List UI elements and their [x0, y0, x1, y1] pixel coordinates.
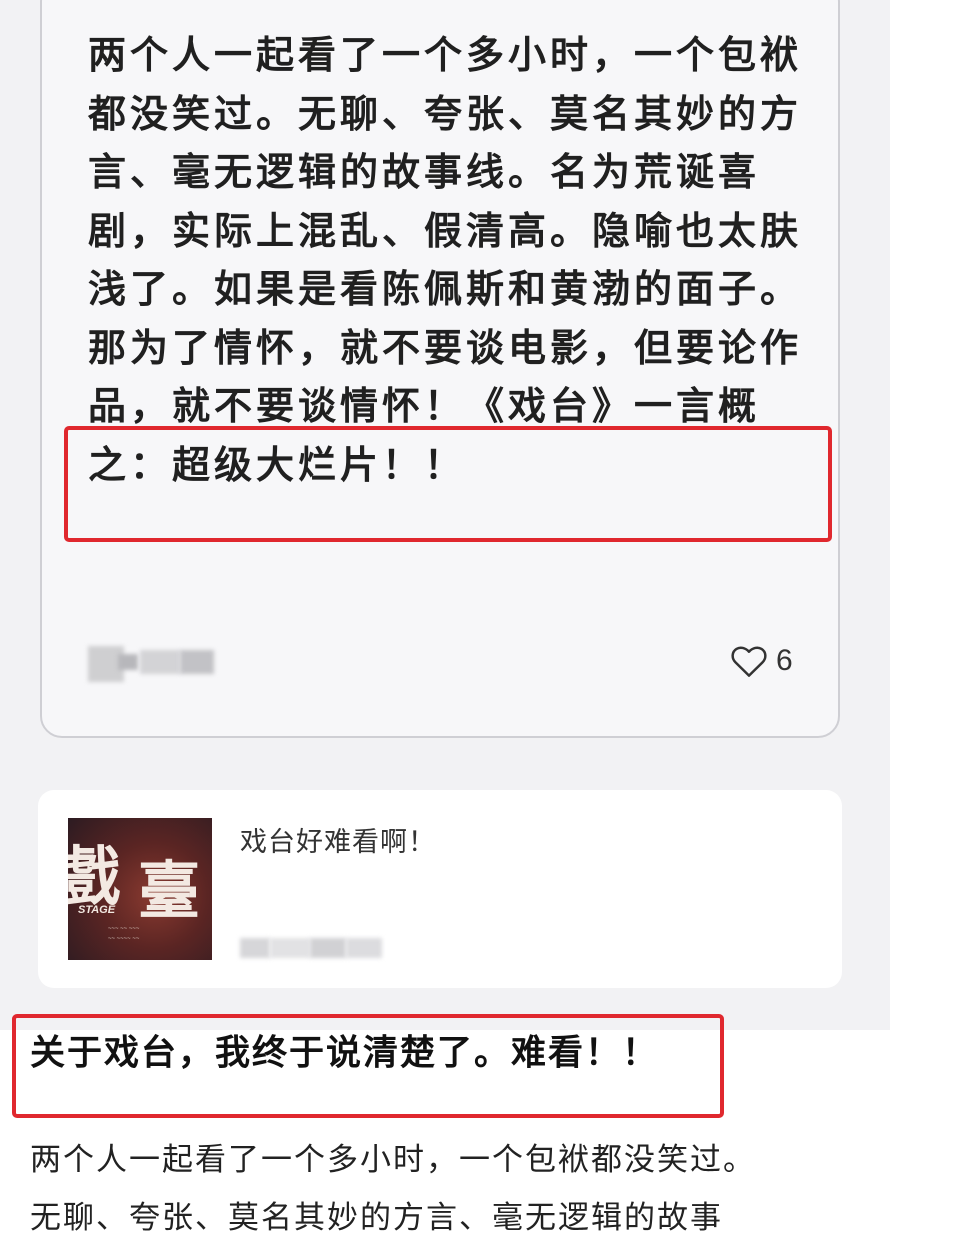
- comment-text: 两个人一起看了一个多小时，一个包袱都没笑过。无聊、夸张、莫名其妙的方言、毫无逻辑…: [88, 33, 803, 487]
- poster-subtitle: STAGE: [78, 904, 116, 916]
- heart-icon: [730, 644, 768, 678]
- like-count: 6: [776, 644, 793, 677]
- blurred-username: [84, 640, 216, 686]
- margin-strip: [890, 0, 964, 1030]
- highlight-box: [64, 426, 832, 542]
- article-text-line-1: 两个人一起看了一个多小时，一个包袱都没笑过。: [30, 1142, 756, 1178]
- linked-post-card[interactable]: 戲 臺 STAGE ~~~ ~~ ~~~ ~~ ~~~~ ~~ 戏台好难看啊！: [38, 790, 842, 988]
- like-button[interactable]: 6: [730, 644, 793, 678]
- movie-poster-thumbnail: 戲 臺 STAGE ~~~ ~~ ~~~ ~~ ~~~~ ~~: [68, 818, 212, 960]
- article-title: 关于戏台，我终于说清楚了。难看！！: [30, 1033, 660, 1074]
- linked-post-title: 戏台好难看啊！: [240, 827, 436, 858]
- article-text-line-2: 无聊、夸张、莫名其妙的方言、毫无逻辑的故事: [30, 1200, 723, 1236]
- blurred-meta: [240, 936, 382, 960]
